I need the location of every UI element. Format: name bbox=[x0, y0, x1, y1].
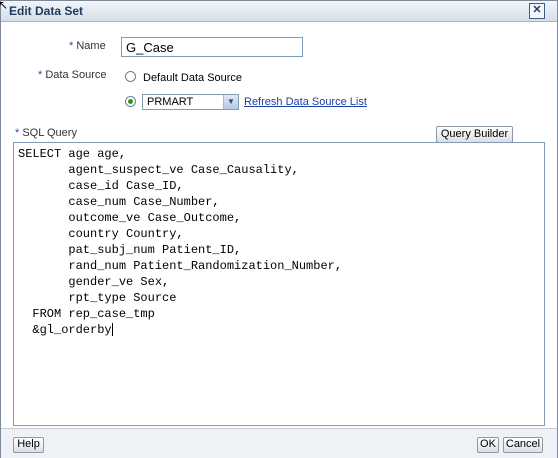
custom-data-source-radio[interactable] bbox=[125, 96, 136, 107]
chevron-down-icon[interactable]: ▼ bbox=[223, 95, 238, 109]
close-button[interactable]: ✕ bbox=[529, 3, 545, 19]
required-marker: * bbox=[38, 69, 43, 81]
sql-query-content: SELECT age age, agent_suspect_ve Case_Ca… bbox=[18, 147, 343, 337]
refresh-data-source-link[interactable]: Refresh Data Source List bbox=[244, 96, 367, 108]
default-data-source-label: Default Data Source bbox=[143, 72, 243, 84]
query-builder-button[interactable]: Query Builder bbox=[436, 126, 513, 143]
required-marker: * bbox=[15, 127, 20, 139]
sql-query-textarea[interactable]: SELECT age age, agent_suspect_ve Case_Ca… bbox=[13, 142, 545, 426]
required-marker: * bbox=[69, 40, 74, 52]
name-label: Name bbox=[76, 40, 106, 52]
sql-query-text[interactable]: SELECT age age, agent_suspect_ve Case_Ca… bbox=[18, 146, 342, 338]
edit-data-set-dialog: ↖ Edit Data Set ✕ * Name * Data Source D… bbox=[0, 0, 558, 458]
default-data-source-radio[interactable] bbox=[125, 71, 136, 82]
mouse-cursor-icon: ↖ bbox=[0, 0, 9, 12]
sql-query-label-group: * SQL Query bbox=[15, 127, 77, 139]
ok-button[interactable]: OK bbox=[477, 437, 499, 453]
dialog-title: Edit Data Set bbox=[9, 4, 84, 18]
data-source-select-value: PRMART bbox=[147, 96, 194, 108]
help-button[interactable]: Help bbox=[13, 437, 44, 453]
cancel-button[interactable]: Cancel bbox=[503, 437, 543, 453]
title-bar: ↖ Edit Data Set ✕ bbox=[0, 0, 557, 22]
sql-query-label: SQL Query bbox=[22, 127, 77, 139]
data-source-label: Data Source bbox=[45, 69, 107, 81]
name-input[interactable] bbox=[121, 37, 303, 57]
data-source-label-group: * Data Source bbox=[38, 69, 107, 81]
text-caret bbox=[111, 323, 113, 337]
close-icon: ✕ bbox=[532, 4, 542, 16]
dialog-footer: Help OK Cancel bbox=[1, 428, 557, 458]
data-source-select[interactable]: PRMART ▼ bbox=[142, 94, 239, 110]
name-label-group: * Name bbox=[69, 40, 106, 52]
